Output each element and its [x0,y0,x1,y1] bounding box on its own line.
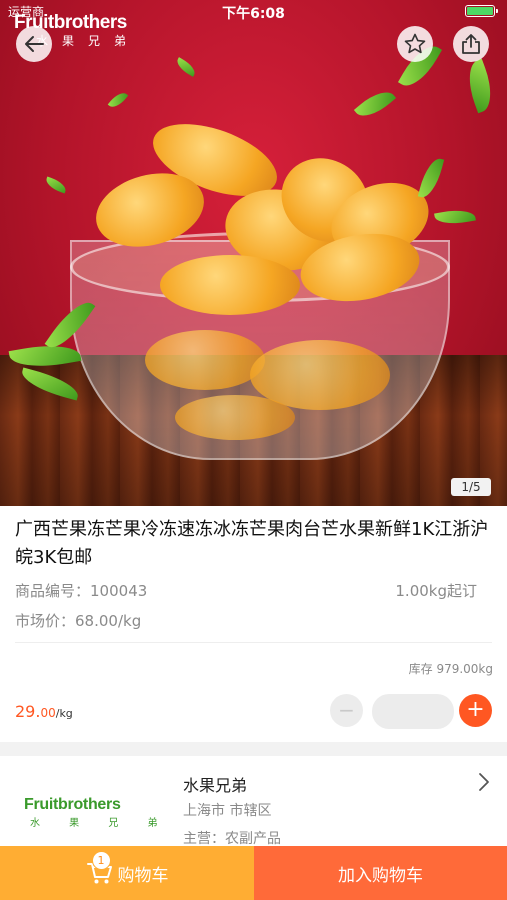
leaf [461,58,499,114]
mango-slice [145,330,265,390]
market-price-value: 68.00/kg [75,612,142,630]
leaf [417,155,445,201]
stock-label: 库存 979.00kg [408,662,493,676]
product-code-value: 100043 [90,582,148,600]
gallery-page-indicator: 1/5 [451,478,491,496]
quantity-increase-button[interactable]: + [459,694,492,727]
share-button[interactable] [453,26,489,62]
market-price: 市场价：68.00/kg [15,610,141,631]
back-arrow-icon [25,36,44,52]
shop-location: 上海市 市辖区 [183,803,272,819]
shop-main-business: 主营：农副产品 [183,831,281,847]
leaf [43,176,69,194]
cart-button-label: 购物车 [117,865,169,886]
add-to-cart-button[interactable]: 加入购物车 [254,846,507,900]
shop-logo-cn: 水 果 兄 弟 [30,818,171,829]
quantity-input[interactable] [372,694,454,729]
shop-logo: Fruitbrothers 水 果 兄 弟 [24,796,171,829]
mango-slice [160,255,300,315]
back-button[interactable] [16,26,52,62]
bottom-action-bar: 1 购物车 加入购物车 [0,846,507,900]
shop-logo-en: Fruitbrothers [24,796,121,813]
battery-icon [465,5,498,17]
chevron-right-icon [479,773,489,791]
price-decimal: 00 [40,706,56,720]
share-icon [462,34,480,54]
divider [15,642,492,643]
sale-price: 29.00/kg [15,702,73,721]
product-title: 广西芒果冻芒果冷冻速冻冰冻芒果肉台芒水果新鲜1K江浙沪皖3K包邮 [15,519,489,568]
cart-count-badge: 1 [91,851,111,870]
price-integer: 29. [15,702,41,721]
product-code-label: 商品编号： [15,582,91,600]
leaf [173,57,199,77]
quantity-decrease-button[interactable]: − [330,694,363,727]
leaf [434,206,476,228]
product-image-gallery[interactable]: 1/5 [0,0,507,506]
leaf [107,89,129,111]
market-price-label: 市场价： [15,612,76,630]
leaf [353,84,397,124]
star-icon [404,33,426,54]
cart-icon-wrap: 1 [86,851,114,887]
favorite-button[interactable] [397,26,433,62]
product-code: 商品编号：100043 [15,580,147,601]
min-order: 1.00kg起订 [395,582,477,600]
shop-name: 水果兄弟 [183,776,248,795]
mango-slice [175,395,295,440]
add-to-cart-label: 加入购物车 [338,865,423,886]
cart-button[interactable]: 1 购物车 [0,846,254,900]
product-info-section: 广西芒果冻芒果冷冻速冻冰冻芒果肉台芒水果新鲜1K江浙沪皖3K包邮 商品编号：10… [0,506,507,742]
price-unit: /kg [55,707,73,720]
